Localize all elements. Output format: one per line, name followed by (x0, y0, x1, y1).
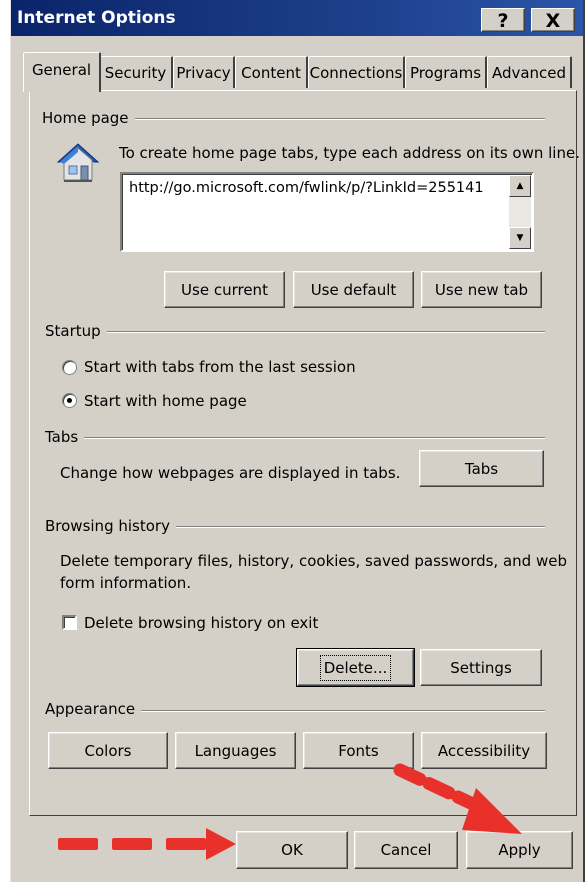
arrow-head-ok (206, 828, 236, 860)
arrow-dash-1 (58, 838, 98, 850)
arrow-dash-2 (112, 838, 152, 850)
arrow-dash-3 (166, 838, 206, 850)
annotation-arrows (58, 763, 522, 860)
arrow-head-apply (462, 788, 522, 834)
dialog-content: Home page To create home page tabs, type… (0, 0, 585, 882)
